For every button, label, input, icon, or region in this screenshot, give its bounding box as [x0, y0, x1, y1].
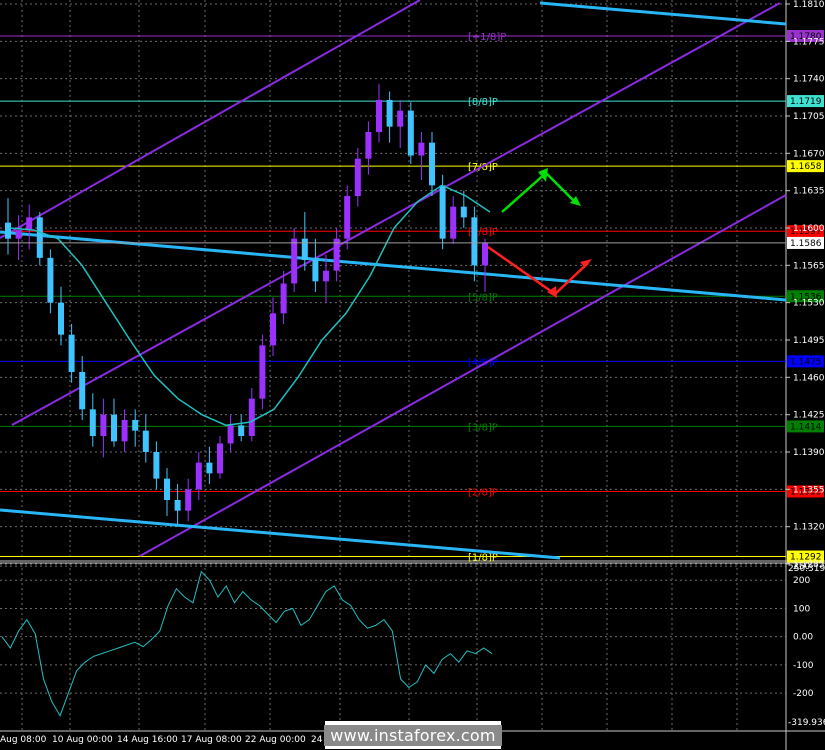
candle-body — [142, 430, 149, 452]
candle-body — [111, 414, 117, 442]
candle-body — [5, 222, 11, 239]
time-tick-label: Aug 08:00 — [0, 735, 47, 745]
price-tick-label: 1.1635 — [793, 187, 825, 197]
candle-body — [132, 420, 139, 431]
candle-body — [259, 345, 266, 399]
candle-body — [185, 489, 192, 511]
price-tick-label: 1.1705 — [793, 112, 825, 122]
murrey-price-tag-text: 1.1414 — [790, 422, 822, 432]
candle-body — [386, 100, 393, 127]
candle-body — [79, 372, 86, 410]
oscillator-tick-label: 100 — [793, 604, 810, 614]
oscillator-tick-label: 250 — [793, 562, 810, 572]
murrey-price-tag-text: 1.1719 — [790, 97, 822, 107]
candle-body — [344, 196, 351, 239]
candle-body — [164, 478, 170, 500]
time-tick-label: 17 Aug 08:00 — [181, 735, 242, 745]
candle-body — [471, 217, 478, 266]
price-tick-label: 1.1495 — [793, 336, 825, 346]
candle-body — [280, 283, 287, 314]
candle-body — [217, 443, 223, 474]
candle-body — [47, 257, 54, 303]
price-tick-label: 1.1320 — [793, 523, 825, 533]
candle-body — [68, 334, 75, 372]
candle-body — [323, 270, 329, 282]
candle-body — [58, 302, 64, 335]
candle-body — [450, 206, 457, 239]
murrey-label: [3/8]P — [468, 422, 498, 433]
candle-body — [418, 142, 425, 156]
candle-body — [26, 217, 33, 231]
oscillator-tick-label: -100 — [793, 661, 814, 671]
candle-body — [301, 238, 308, 260]
candle-body — [333, 238, 340, 271]
candle-body — [460, 206, 467, 218]
price-tick-label: 1.1565 — [793, 261, 825, 271]
price-tick-label: 1.1810 — [793, 0, 825, 10]
candle-body — [312, 260, 319, 282]
oscillator-min-label: -319.936 — [788, 718, 825, 728]
candle-body — [376, 100, 382, 132]
price-tick-label: 1.1425 — [793, 411, 825, 421]
candle-body — [439, 185, 446, 239]
oscillator-tick-label: -200 — [793, 689, 814, 699]
oscillator-tick-label: 0.00 — [793, 633, 813, 643]
candle-body — [482, 242, 488, 266]
time-tick-label: 22 Aug 00:00 — [245, 735, 306, 745]
murrey-label: [+1/8]P — [468, 32, 506, 43]
candle-body — [238, 425, 245, 436]
forex-chart: [+1/8]P 1.1780[8/8]P 1.1719[7/8]P 1.1658[6/… — [0, 0, 825, 750]
time-axis: Aug 08:00 10 Aug 00:00 14 Aug 16:00 17 Aug … — [0, 735, 343, 745]
murrey-label: [5/8]P — [468, 292, 498, 303]
time-tick-label: 10 Aug 00:00 — [52, 735, 113, 745]
candle-body — [89, 409, 96, 436]
murrey-price-tag-text: 1.1475 — [790, 357, 822, 367]
candle-body — [407, 110, 414, 156]
murrey-label: [1/8]P — [468, 553, 498, 564]
candle-body — [397, 110, 404, 127]
current-price-tag-text: 1.1586 — [790, 239, 822, 249]
candle-body — [121, 420, 128, 442]
time-tick-label: 14 Aug 16:00 — [117, 735, 178, 745]
candle-body — [153, 452, 160, 479]
candle-body — [195, 462, 202, 490]
candle-body — [248, 398, 255, 436]
candle-body — [15, 230, 22, 239]
candle-body — [174, 500, 181, 511]
murrey-price-tag-text: 1.1658 — [790, 162, 822, 172]
oscillator-tick-label: 200 — [793, 576, 810, 586]
candle-body — [227, 425, 234, 444]
candle-body — [291, 238, 298, 284]
candle-body — [206, 462, 213, 474]
price-tick-label: 1.1740 — [793, 75, 825, 85]
candle-body — [429, 142, 435, 186]
candle-body — [270, 313, 276, 346]
watermark-text: www.instaforex.com — [324, 724, 502, 746]
murrey-label: [8/8]P — [468, 97, 498, 108]
candle-body — [36, 217, 43, 258]
price-tick-label: 1.1530 — [793, 299, 825, 309]
price-tick-label: 1.1775 — [793, 37, 825, 47]
candle-body — [354, 158, 361, 196]
murrey-label: [2/8]P — [468, 487, 498, 498]
price-tick-label: 1.1460 — [793, 373, 825, 383]
price-tick-label: 1.1600 — [793, 224, 825, 234]
price-tick-label: 1.1670 — [793, 149, 825, 159]
candle-body — [100, 414, 107, 436]
price-tick-label: 1.1355 — [793, 485, 825, 495]
price-tick-label: 1.1390 — [793, 448, 825, 458]
candle-body — [365, 132, 372, 159]
watermark: www.instaforex.com — [324, 721, 502, 749]
